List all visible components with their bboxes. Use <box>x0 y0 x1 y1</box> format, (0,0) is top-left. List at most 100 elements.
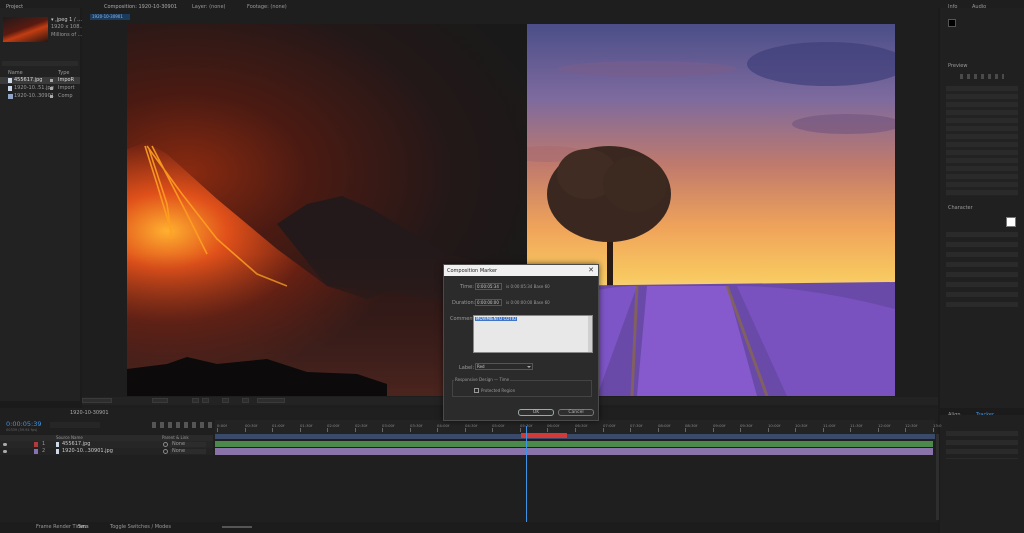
zoom-dropdown[interactable] <box>82 398 112 403</box>
preview-controls[interactable] <box>960 74 1004 79</box>
ruler-tick <box>933 428 934 432</box>
visibility-eye-icon[interactable] <box>3 443 7 446</box>
label-swatch <box>50 95 53 98</box>
comment-textarea[interactable]: MOVIMIENTO COTIO <box>473 315 593 353</box>
time-value: 0:00:05:34 <box>477 284 499 289</box>
col-name-header[interactable]: Name <box>8 71 23 76</box>
composition-tab[interactable]: Composition: 1920-10-30901 <box>104 5 177 10</box>
dialog-title: Composition Marker <box>447 268 498 274</box>
ruler-label: 07:30f <box>630 423 643 428</box>
ok-button[interactable]: OK <box>518 409 554 416</box>
visibility-eye-icon[interactable] <box>3 450 7 453</box>
ruler-label: 08:00f <box>658 423 671 428</box>
align-panel <box>940 415 1024 533</box>
selected-item-info2: Millions of ... <box>51 32 83 38</box>
col-source-name[interactable]: Source Name <box>56 436 83 440</box>
duration-label: Duration: <box>452 300 476 306</box>
pickwhip-icon[interactable] <box>163 442 168 447</box>
fill-color-swatch[interactable] <box>1006 217 1016 227</box>
timeline-switches[interactable] <box>152 422 212 428</box>
comp-icon <box>8 94 13 99</box>
info-tab[interactable]: Info <box>948 5 957 10</box>
table-row[interactable]: 2 1920-10...30901.jpg None <box>0 448 213 455</box>
toggle-switches-modes[interactable]: Toggle Switches / Modes <box>110 525 171 530</box>
ruler-label: 11:30f <box>850 423 863 428</box>
ruler-label: 06:00f <box>547 423 560 428</box>
ruler-label: 07:00f <box>603 423 616 428</box>
table-row[interactable]: 1 455617.jpg None <box>0 441 213 448</box>
list-item[interactable]: 1920-10..30901 Comp <box>0 93 80 100</box>
comp-breadcrumb[interactable]: 1920-10-30901 <box>92 15 123 19</box>
zoom-slider[interactable] <box>222 526 252 528</box>
ruler-label: 0:00f <box>217 423 227 428</box>
item-name: 455617.jpg <box>14 77 43 83</box>
timeline-search-input[interactable] <box>50 422 100 428</box>
ruler-label: 04:30f <box>465 423 478 428</box>
item-type: Import <box>58 85 75 91</box>
ruler-tick <box>823 428 824 432</box>
ruler-label: 10:00f <box>768 423 781 428</box>
ruler-tick <box>547 428 548 432</box>
file-icon <box>56 442 59 447</box>
timeline-footer: Frame Render Time: 5ms Toggle Switches /… <box>0 522 938 533</box>
cancel-button[interactable]: Cancel <box>558 409 594 416</box>
ruler-tick <box>217 428 218 432</box>
mask-toggle-button[interactable] <box>202 398 209 403</box>
project-thumbnail <box>3 17 48 42</box>
resolution-dropdown[interactable] <box>152 398 168 403</box>
ruler-tick <box>520 428 521 432</box>
layer-list-empty <box>0 455 213 520</box>
preview-tab[interactable]: Preview <box>948 64 967 69</box>
ruler-tick <box>795 428 796 432</box>
pickwhip-icon[interactable] <box>163 449 168 454</box>
snapshot-button[interactable] <box>222 398 229 403</box>
col-type-header[interactable]: Type <box>58 71 69 76</box>
ruler-tick <box>300 428 301 432</box>
layer-label-color[interactable] <box>34 442 38 447</box>
work-area-bar[interactable] <box>215 434 935 439</box>
footage-tab[interactable]: Footage: (none) <box>247 5 287 10</box>
protected-region-checkbox[interactable] <box>474 388 479 393</box>
align-controls <box>946 431 1018 459</box>
ruler-label: 05:00f <box>492 423 505 428</box>
ruler-tick <box>713 428 714 432</box>
item-name: 1920-10..51.jpg <box>14 85 54 91</box>
ruler-tick <box>878 428 879 432</box>
character-tab[interactable]: Character <box>948 206 973 211</box>
ruler-label: 01:00f <box>272 423 285 428</box>
ruler-label: 12:00f <box>878 423 891 428</box>
ruler-label: 12:30f <box>905 423 918 428</box>
parent-value: None <box>172 441 186 447</box>
layer-label-color[interactable] <box>34 449 38 454</box>
project-search-bar[interactable] <box>2 61 78 66</box>
timecode-display[interactable]: 0:00:05:39 <box>6 421 42 428</box>
dialog-titlebar[interactable]: Composition Marker ✕ <box>444 265 598 276</box>
list-item[interactable]: 455617.jpg ImpoR <box>0 77 80 84</box>
grid-toggle-button[interactable] <box>192 398 199 403</box>
timeline-tab[interactable]: 1920-10-30901 <box>70 411 109 416</box>
comment-scrollbar[interactable] <box>588 316 592 352</box>
timeline-scrollbar[interactable] <box>936 434 939 520</box>
layer-track-1[interactable] <box>215 441 933 447</box>
chevron-down-icon[interactable] <box>527 366 531 368</box>
ruler-label: 04:00f <box>437 423 450 428</box>
project-tab[interactable]: Project <box>6 5 23 10</box>
layer-track-2[interactable] <box>215 448 933 455</box>
ruler-tick <box>437 428 438 432</box>
ruler-label: 01:30f <box>300 423 313 428</box>
comp-marker[interactable] <box>521 433 567 438</box>
channel-button[interactable] <box>242 398 249 403</box>
col-parent-link[interactable]: Parent & Link <box>162 436 189 440</box>
layer-tab[interactable]: Layer: (none) <box>192 5 226 10</box>
ruler-tick <box>685 428 686 432</box>
item-type: ImpoR <box>58 77 75 83</box>
ruler-tick <box>630 428 631 432</box>
timecode-button[interactable] <box>257 398 285 403</box>
item-type: Comp <box>58 93 73 99</box>
ruler-label: 06:30f <box>575 423 588 428</box>
audio-tab[interactable]: Audio <box>972 5 986 10</box>
current-time-indicator[interactable] <box>526 426 527 522</box>
close-icon[interactable]: ✕ <box>588 267 594 274</box>
list-item[interactable]: 1920-10..51.jpg Import <box>0 85 80 92</box>
label-swatch <box>50 87 53 90</box>
